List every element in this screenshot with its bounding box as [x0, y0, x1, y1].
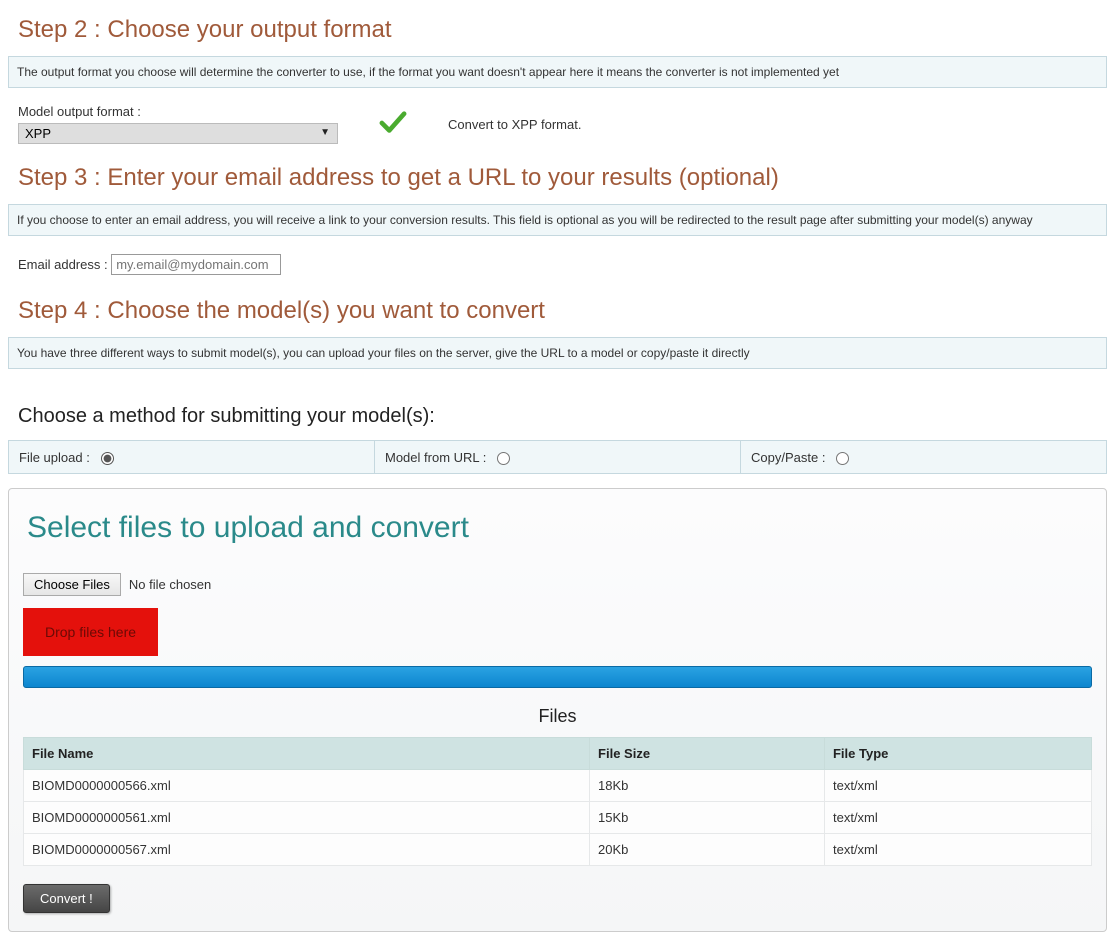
- cell-file-name: BIOMD0000000566.xml: [24, 770, 590, 802]
- cell-file-size: 18Kb: [590, 770, 825, 802]
- col-file-name: File Name: [24, 738, 590, 770]
- method-title: Choose a method for submitting your mode…: [18, 405, 1107, 428]
- step2-row: Model output format : XPP Convert to XPP…: [8, 100, 1107, 156]
- method-upload-radio[interactable]: [101, 452, 114, 465]
- method-url[interactable]: Model from URL :: [375, 441, 741, 473]
- table-row: BIOMD0000000567.xml 20Kb text/xml: [24, 834, 1092, 866]
- progress-bar: [23, 666, 1092, 688]
- step4-info: You have three different ways to submit …: [8, 337, 1107, 369]
- email-label: Email address :: [18, 257, 108, 272]
- method-paste-radio[interactable]: [836, 452, 849, 465]
- output-format-label: Model output format :: [18, 104, 338, 119]
- upload-title: Select files to upload and convert: [27, 511, 1088, 545]
- drop-zone[interactable]: Drop files here: [23, 608, 158, 656]
- col-file-size: File Size: [590, 738, 825, 770]
- method-options: File upload : Model from URL : Copy/Past…: [8, 440, 1107, 474]
- files-header-row: File Name File Size File Type: [24, 738, 1092, 770]
- step4-title: Step 4 : Choose the model(s) you want to…: [18, 297, 1107, 325]
- step2-title: Step 2 : Choose your output format: [18, 16, 1107, 44]
- table-row: BIOMD0000000561.xml 15Kb text/xml: [24, 802, 1092, 834]
- col-file-type: File Type: [824, 738, 1091, 770]
- convert-format-msg: Convert to XPP format.: [448, 117, 581, 132]
- cell-file-type: text/xml: [824, 802, 1091, 834]
- method-paste[interactable]: Copy/Paste :: [741, 441, 1106, 473]
- method-paste-label: Copy/Paste :: [751, 450, 825, 465]
- convert-button[interactable]: Convert !: [23, 884, 110, 913]
- step2-info: The output format you choose will determ…: [8, 56, 1107, 88]
- email-row: Email address :: [8, 248, 1107, 289]
- cell-file-type: text/xml: [824, 834, 1091, 866]
- files-table: File Name File Size File Type BIOMD00000…: [23, 737, 1092, 866]
- cell-file-name: BIOMD0000000561.xml: [24, 802, 590, 834]
- method-upload-label: File upload :: [19, 450, 90, 465]
- cell-file-size: 15Kb: [590, 802, 825, 834]
- cell-file-name: BIOMD0000000567.xml: [24, 834, 590, 866]
- method-url-label: Model from URL :: [385, 450, 486, 465]
- method-upload[interactable]: File upload :: [9, 441, 375, 473]
- table-row: BIOMD0000000566.xml 18Kb text/xml: [24, 770, 1092, 802]
- check-icon: [378, 110, 408, 139]
- no-file-label: No file chosen: [129, 577, 211, 592]
- method-url-radio[interactable]: [497, 452, 510, 465]
- output-format-select[interactable]: XPP: [18, 123, 338, 144]
- cell-file-size: 20Kb: [590, 834, 825, 866]
- files-caption: Files: [23, 706, 1092, 727]
- choose-files-button[interactable]: Choose Files: [23, 573, 121, 596]
- email-field[interactable]: [111, 254, 281, 275]
- step3-title: Step 3 : Enter your email address to get…: [18, 164, 1107, 192]
- step3-info: If you choose to enter an email address,…: [8, 204, 1107, 236]
- cell-file-type: text/xml: [824, 770, 1091, 802]
- upload-panel: Select files to upload and convert Choos…: [8, 488, 1107, 932]
